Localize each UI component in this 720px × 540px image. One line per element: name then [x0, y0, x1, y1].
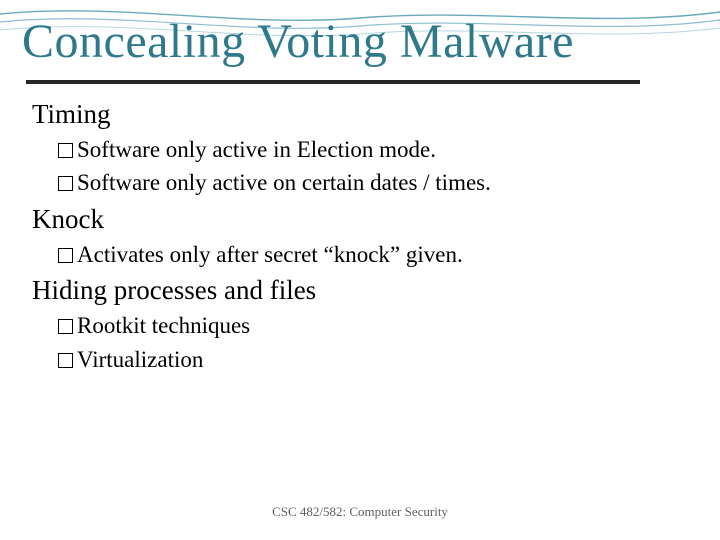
slide-footer: CSC 482/582: Computer Security	[0, 504, 720, 520]
square-bullet-icon	[58, 143, 73, 158]
section-heading: Hiding processes and files	[32, 272, 690, 308]
bullet-item: Virtualization	[58, 344, 690, 375]
bullet-item: Rootkit techniques	[58, 310, 690, 341]
bullet-text: Software only active in Election mode.	[77, 137, 436, 162]
bullet-item: Software only active on certain dates / …	[58, 167, 690, 198]
slide-body: Timing Software only active in Election …	[30, 94, 690, 377]
square-bullet-icon	[58, 319, 73, 334]
square-bullet-icon	[58, 176, 73, 191]
bullet-text: Activates only after secret “knock” give…	[77, 242, 463, 267]
bullet-text: Virtualization	[77, 347, 203, 372]
section-heading: Timing	[32, 96, 690, 132]
square-bullet-icon	[58, 248, 73, 263]
slide: Concealing Voting Malware Timing Softwar…	[0, 0, 720, 540]
bullet-text: Software only active on certain dates / …	[77, 170, 491, 195]
bullet-item: Software only active in Election mode.	[58, 134, 690, 165]
title-underline	[26, 80, 640, 84]
bullet-text: Rootkit techniques	[77, 313, 250, 338]
square-bullet-icon	[58, 353, 73, 368]
bullet-item: Activates only after secret “knock” give…	[58, 239, 690, 270]
section-heading: Knock	[32, 201, 690, 237]
slide-title: Concealing Voting Malware	[22, 14, 574, 69]
